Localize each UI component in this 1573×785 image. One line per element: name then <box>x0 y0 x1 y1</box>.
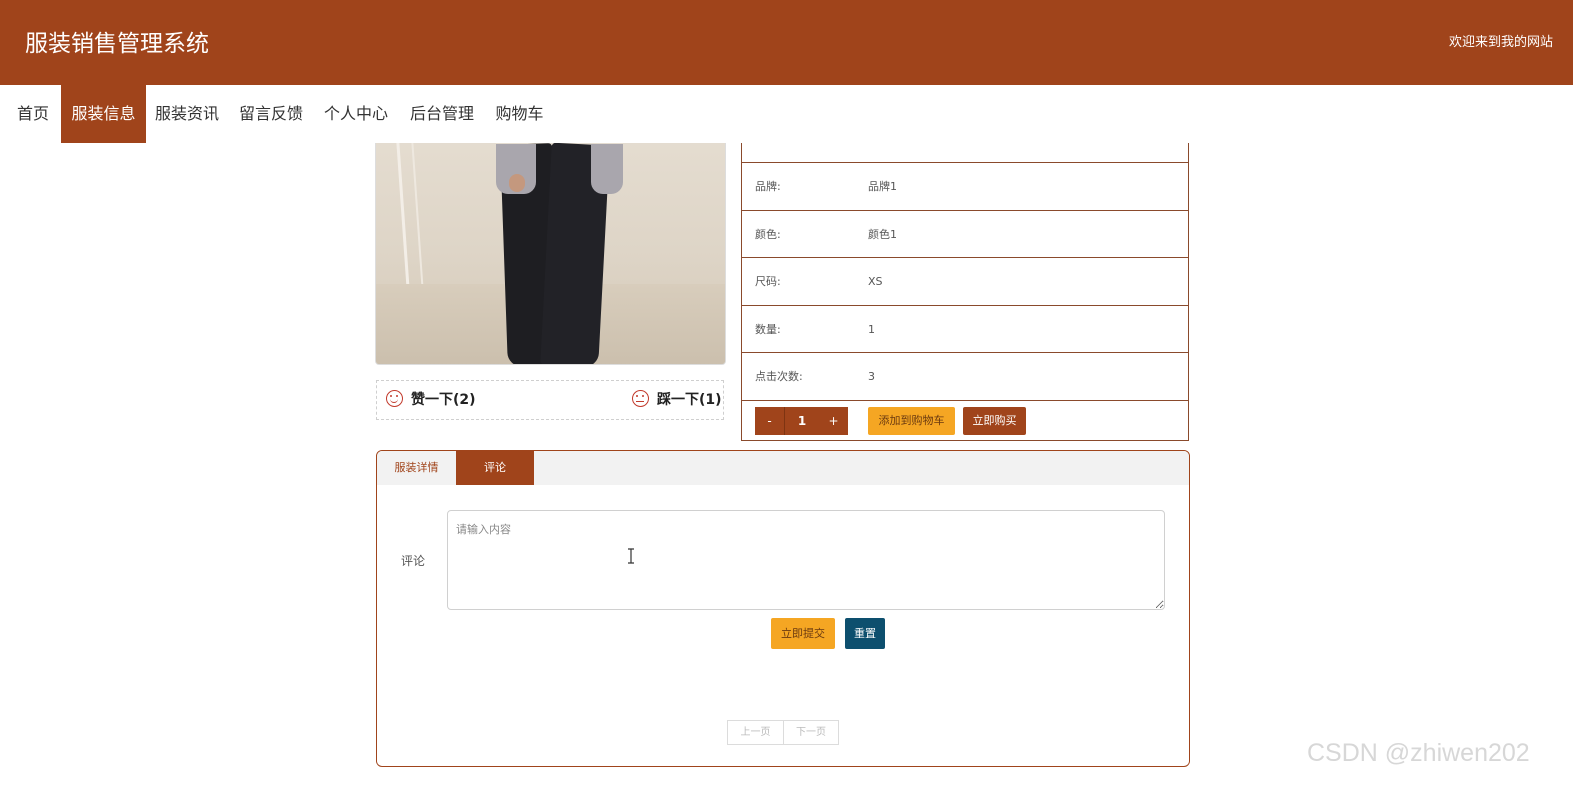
prev-page-button[interactable]: 上一页 <box>728 721 783 744</box>
smile-icon <box>386 389 403 407</box>
add-to-cart-button[interactable]: 添加到购物车 <box>868 406 955 435</box>
top-header: 服装销售管理系统 欢迎来到我的网站 <box>0 0 1573 85</box>
tab-comments[interactable]: 评论 <box>456 451 534 485</box>
text-cursor-icon <box>628 548 634 564</box>
info-row-quantity: 数量: 1 <box>742 306 1188 353</box>
purchase-actions: - 1 + 添加到购物车 立即购买 <box>742 401 1188 441</box>
info-row-clicks: 点击次数: 3 <box>742 353 1188 401</box>
info-row-cutoff <box>742 143 1188 163</box>
detail-comment-panel: 服装详情 评论 评论 立即提交 重置 上一页下一页 <box>376 450 1190 767</box>
info-row-brand: 品牌: 品牌1 <box>742 163 1188 211</box>
nav-item-cart[interactable]: 购物车 <box>487 85 552 143</box>
dislike-label: 踩一下(1) <box>657 392 722 408</box>
info-label: 尺码: <box>755 275 781 288</box>
nav-item-clothing-info[interactable]: 服装信息 <box>61 85 146 143</box>
info-label: 品牌: <box>755 180 781 193</box>
nav-item-home[interactable]: 首页 <box>8 85 58 143</box>
nav-item-clothing-news[interactable]: 服装资讯 <box>146 85 228 143</box>
info-label: 数量: <box>755 322 781 336</box>
like-label: 赞一下(2) <box>411 392 476 408</box>
comment-textarea[interactable] <box>447 510 1165 610</box>
info-value: XS <box>868 275 883 288</box>
main-nav: 首页 服装信息 服装资讯 留言反馈 个人中心 后台管理 购物车 <box>0 85 1573 143</box>
nav-item-admin[interactable]: 后台管理 <box>400 85 484 143</box>
pagination: 上一页 下一页 <box>727 720 839 745</box>
info-value: 颜色1 <box>868 227 897 241</box>
product-info-table: 品牌: 品牌1 颜色: 颜色1 尺码: XS 数量: 1 点击次数: 3 - 1… <box>741 143 1189 441</box>
info-value: 品牌1 <box>868 180 897 193</box>
vote-box: 赞一下(2) 踩一下(1) <box>376 380 724 420</box>
like-button[interactable]: 赞一下(2) <box>386 381 476 419</box>
info-label: 点击次数: <box>755 370 803 383</box>
info-value: 1 <box>868 322 875 336</box>
info-row-size: 尺码: XS <box>742 258 1188 306</box>
submit-comment-button[interactable]: 立即提交 <box>771 618 835 649</box>
nav-item-profile[interactable]: 个人中心 <box>315 85 397 143</box>
tab-bar: 服装详情 评论 <box>377 451 1189 485</box>
info-value: 3 <box>868 370 875 383</box>
buy-now-button[interactable]: 立即购买 <box>963 406 1026 435</box>
comment-label: 评论 <box>401 554 426 568</box>
reset-button[interactable]: 重置 <box>845 618 885 649</box>
neutral-face-icon <box>632 389 649 407</box>
next-page-button[interactable]: 下一页 <box>783 721 838 744</box>
watermark: CSDN @zhiwen202 <box>1307 739 1530 767</box>
info-row-color: 颜色: 颜色1 <box>742 211 1188 258</box>
nav-item-feedback[interactable]: 留言反馈 <box>230 85 312 143</box>
product-image <box>375 143 726 365</box>
quantity-increment-button[interactable]: + <box>819 406 848 435</box>
quantity-decrement-button[interactable]: - <box>755 406 784 435</box>
quantity-value[interactable]: 1 <box>784 406 820 435</box>
welcome-text: 欢迎来到我的网站 <box>1448 35 1553 50</box>
site-title: 服装销售管理系统 <box>25 31 209 57</box>
page-content: 赞一下(2) 踩一下(1) 品牌: 品牌1 颜色: 颜色1 尺码: XS 数量:… <box>0 143 1573 785</box>
info-label: 颜色: <box>755 227 781 241</box>
dislike-button[interactable]: 踩一下(1) <box>632 381 722 419</box>
tab-clothing-details[interactable]: 服装详情 <box>377 451 456 485</box>
